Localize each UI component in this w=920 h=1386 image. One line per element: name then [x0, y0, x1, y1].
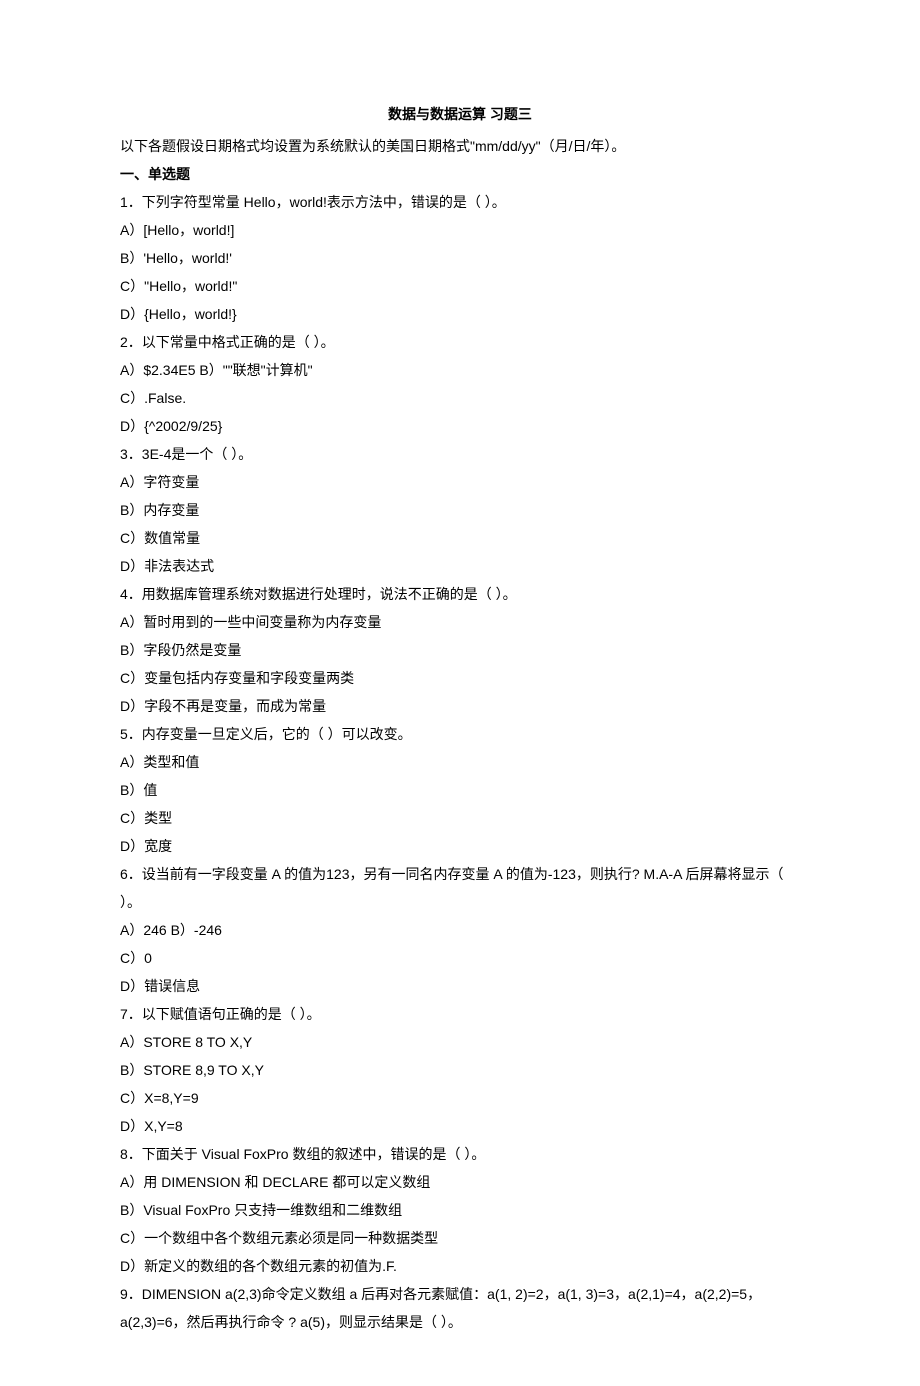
question-prompt: 8．下面关于 Visual FoxPro 数组的叙述中，错误的是（ ）。 [120, 1140, 800, 1168]
question-option: D）{Hello，world!} [120, 300, 800, 328]
question-option: A）$2.34E5 B）""联想"计算机" [120, 356, 800, 384]
question-option: C）"Hello，world!" [120, 272, 800, 300]
question-option: D）非法表达式 [120, 552, 800, 580]
question-prompt: 1．下列字符型常量 Hello，world!表示方法中，错误的是（ ）。 [120, 188, 800, 216]
question-option: C）类型 [120, 804, 800, 832]
question-option: C）一个数组中各个数组元素必须是同一种数据类型 [120, 1224, 800, 1252]
section-heading: 一、单选题 [120, 160, 800, 188]
question-option: A）246 B）-246 [120, 916, 800, 944]
document-title: 数据与数据运算 习题三 [120, 100, 800, 128]
question-option: B）字段仍然是变量 [120, 636, 800, 664]
question-option: D）宽度 [120, 832, 800, 860]
question-option: D）X,Y=8 [120, 1112, 800, 1140]
question-option: A）用 DIMENSION 和 DECLARE 都可以定义数组 [120, 1168, 800, 1196]
question-option: C）数值常量 [120, 524, 800, 552]
question-option: C）.False. [120, 384, 800, 412]
question-option: A）[Hello，world!] [120, 216, 800, 244]
question-option: C）变量包括内存变量和字段变量两类 [120, 664, 800, 692]
question-option: A）类型和值 [120, 748, 800, 776]
question-prompt: 6．设当前有一字段变量 A 的值为123，另有一同名内存变量 A 的值为-123… [120, 860, 800, 916]
question-prompt: 9．DIMENSION a(2,3)命令定义数组 a 后再对各元素赋值：a(1,… [120, 1280, 800, 1336]
question-prompt: 7．以下赋值语句正确的是（ ）。 [120, 1000, 800, 1028]
question-option: B）'Hello，world!' [120, 244, 800, 272]
question-option: B）内存变量 [120, 496, 800, 524]
question-option: D）错误信息 [120, 972, 800, 1000]
intro-note: 以下各题假设日期格式均设置为系统默认的美国日期格式"mm/dd/yy"（月/日/… [120, 132, 800, 160]
question-option: D）{^2002/9/25} [120, 412, 800, 440]
question-option: C）0 [120, 944, 800, 972]
question-option: D）字段不再是变量，而成为常量 [120, 692, 800, 720]
questions-list: 1．下列字符型常量 Hello，world!表示方法中，错误的是（ ）。A）[H… [120, 188, 800, 1336]
question-option: D）新定义的数组的各个数组元素的初值为.F. [120, 1252, 800, 1280]
question-option: B）STORE 8,9 TO X,Y [120, 1056, 800, 1084]
question-option: B）值 [120, 776, 800, 804]
question-option: C）X=8,Y=9 [120, 1084, 800, 1112]
question-option: B）Visual FoxPro 只支持一维数组和二维数组 [120, 1196, 800, 1224]
question-prompt: 4．用数据库管理系统对数据进行处理时，说法不正确的是（ ）。 [120, 580, 800, 608]
question-option: A）STORE 8 TO X,Y [120, 1028, 800, 1056]
question-option: A）暂时用到的一些中间变量称为内存变量 [120, 608, 800, 636]
question-option: A）字符变量 [120, 468, 800, 496]
question-prompt: 3．3E-4是一个（ ）。 [120, 440, 800, 468]
question-prompt: 2．以下常量中格式正确的是（ ）。 [120, 328, 800, 356]
question-prompt: 5．内存变量一旦定义后，它的（ ）可以改变。 [120, 720, 800, 748]
